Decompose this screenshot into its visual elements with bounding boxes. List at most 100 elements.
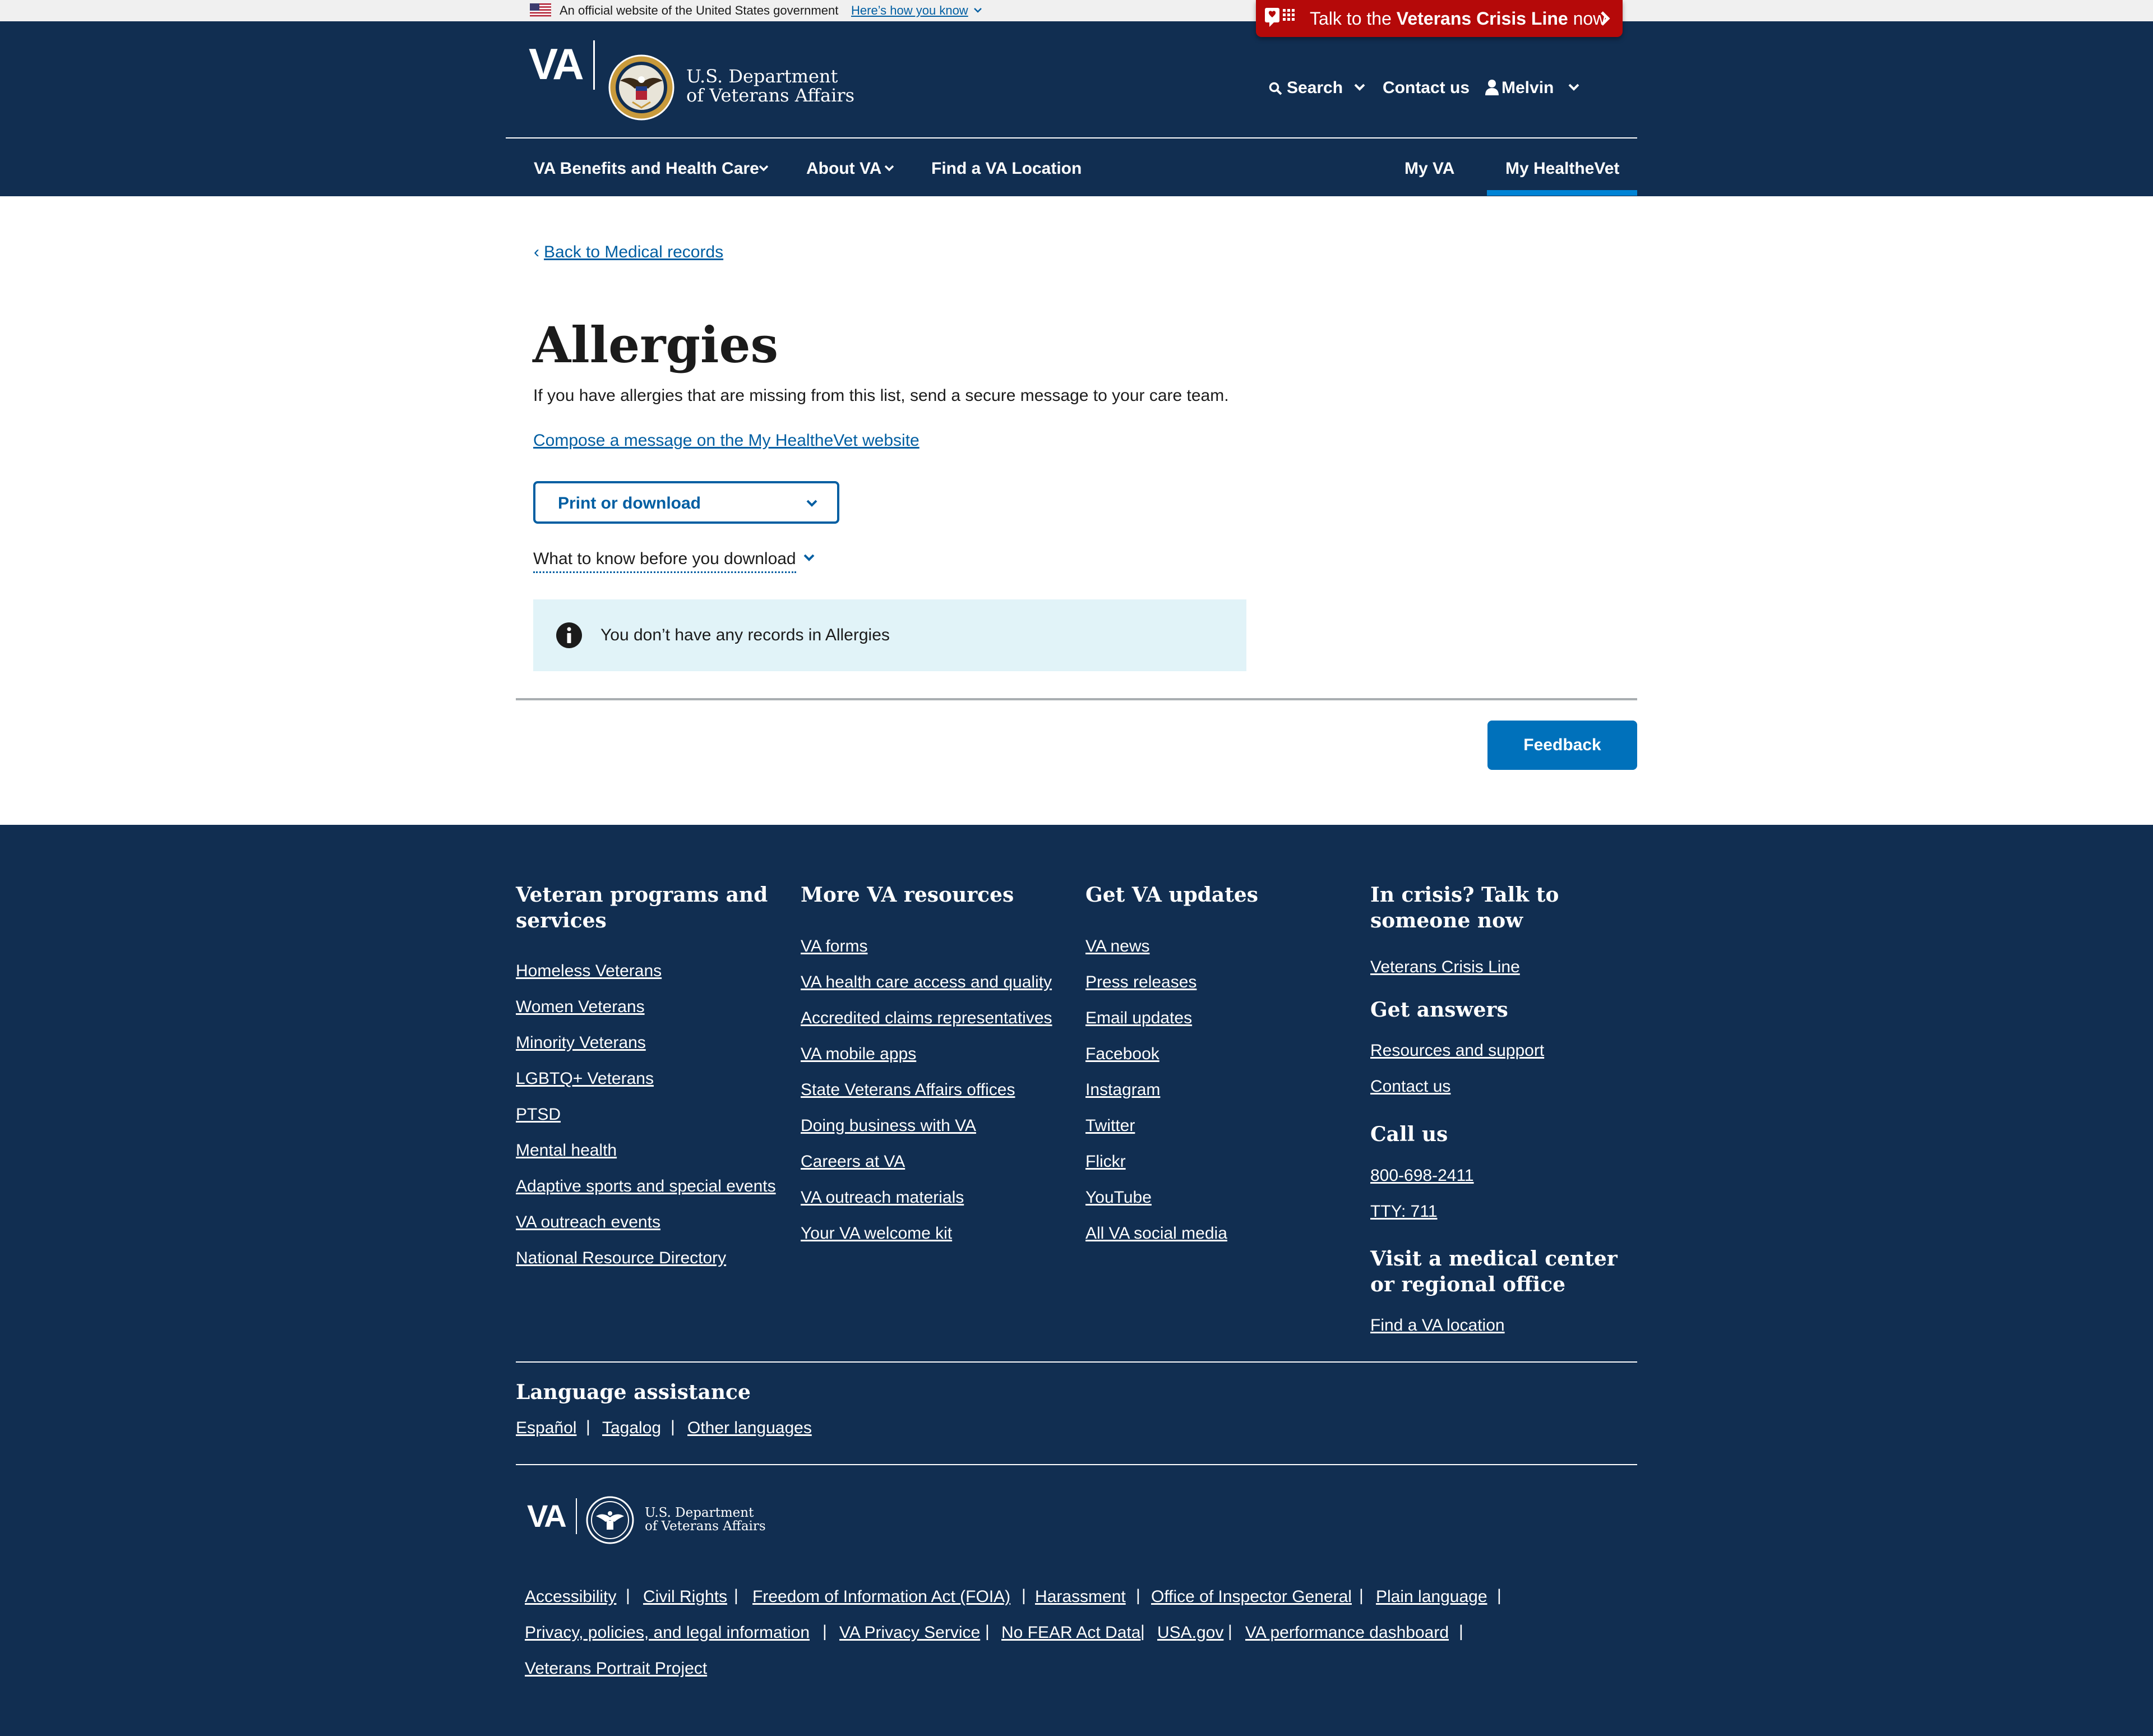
- chevron-down-icon[interactable]: [1568, 83, 1580, 92]
- footer-bottom-link[interactable]: Harassment: [1035, 1586, 1126, 1608]
- footer-link[interactable]: Email updates: [1085, 1007, 1192, 1029]
- compose-message-link[interactable]: Compose a message on the My HealtheVet w…: [533, 430, 920, 452]
- footer-link[interactable]: VA mobile apps: [801, 1043, 916, 1065]
- nav-active-indicator: [1487, 190, 1637, 196]
- user-menu-button[interactable]: Melvin: [1501, 77, 1554, 99]
- department-line-1: U.S. Department: [686, 66, 838, 87]
- footer-link[interactable]: Mental health: [516, 1139, 617, 1162]
- footer-link-find-a-va-location[interactable]: Find a VA location: [1370, 1314, 1505, 1337]
- separator: |: [1359, 1586, 1364, 1605]
- language-link-other[interactable]: Other languages: [687, 1417, 812, 1439]
- header-divider: [506, 137, 1637, 138]
- what-to-know-toggle[interactable]: What to know before you download: [533, 548, 796, 573]
- crisis-line-label: Talk to the Veterans Crisis Line now: [1310, 8, 1606, 29]
- footer-bottom-link[interactable]: Privacy, policies, and legal information: [525, 1622, 810, 1644]
- footer-link[interactable]: Adaptive sports and special events: [516, 1175, 776, 1198]
- nav-find-a-va-location[interactable]: Find a VA Location: [931, 158, 1082, 180]
- separator: |: [586, 1418, 590, 1436]
- separator: |: [1022, 1586, 1026, 1605]
- language-link-tagalog[interactable]: Tagalog: [602, 1417, 661, 1439]
- footer-link[interactable]: Flickr: [1085, 1151, 1126, 1173]
- intro-text: If you have allergies that are missing f…: [533, 386, 1229, 405]
- footer-link[interactable]: Instagram: [1085, 1079, 1160, 1101]
- chevron-down-icon[interactable]: [884, 164, 895, 172]
- chevron-down-icon[interactable]: [758, 164, 769, 172]
- veterans-crisis-line-button[interactable]: Talk to the Veterans Crisis Line now: [1256, 0, 1623, 37]
- footer-link[interactable]: PTSD: [516, 1104, 561, 1126]
- footer-bottom-link[interactable]: VA Privacy Service: [839, 1622, 980, 1644]
- content-divider: [516, 698, 1637, 700]
- footer-link[interactable]: Accredited claims representatives: [801, 1007, 1052, 1029]
- footer-bottom-link[interactable]: Plain language: [1376, 1586, 1487, 1608]
- footer-bottom-link[interactable]: Freedom of Information Act (FOIA): [752, 1586, 1010, 1608]
- user-icon[interactable]: [1485, 79, 1499, 96]
- footer-link[interactable]: Minority Veterans: [516, 1032, 646, 1054]
- footer-heading-more-resources: More VA resources: [801, 883, 1014, 907]
- footer-link[interactable]: Facebook: [1085, 1043, 1159, 1065]
- nav-my-healthevet[interactable]: My HealtheVet: [1505, 158, 1619, 180]
- nav-about-va[interactable]: About VA: [806, 158, 881, 180]
- footer-department-name: U.S. Department of Veterans Affairs: [645, 1506, 766, 1533]
- footer-divider: [516, 1464, 1637, 1465]
- footer-link[interactable]: Homeless Veterans: [516, 960, 662, 982]
- footer-link[interactable]: VA news: [1085, 935, 1150, 958]
- footer-bottom-link[interactable]: Veterans Portrait Project: [525, 1657, 707, 1680]
- footer-link[interactable]: Contact us: [1370, 1075, 1450, 1098]
- footer-logo-divider: [576, 1498, 577, 1534]
- footer-bottom-link[interactable]: Civil Rights: [643, 1586, 727, 1608]
- footer-link[interactable]: Press releases: [1085, 971, 1196, 994]
- us-flag-icon: [530, 3, 551, 17]
- footer-bottom-link[interactable]: USA.gov: [1157, 1622, 1223, 1644]
- footer-bottom-link[interactable]: No FEAR Act Data: [1001, 1622, 1140, 1644]
- footer-link[interactable]: Doing business with VA: [801, 1115, 976, 1137]
- separator: |: [1497, 1586, 1501, 1605]
- page-title: Allergies: [533, 316, 778, 374]
- footer-link[interactable]: All VA social media: [1085, 1222, 1227, 1245]
- back-to-medical-records-link[interactable]: ‹ Back to Medical records: [534, 241, 723, 264]
- chevron-down-icon[interactable]: [972, 4, 983, 16]
- footer-link[interactable]: VA outreach events: [516, 1211, 660, 1234]
- footer-link[interactable]: Twitter: [1085, 1115, 1135, 1137]
- footer-link[interactable]: YouTube: [1085, 1186, 1152, 1209]
- contact-us-link[interactable]: Contact us: [1383, 77, 1470, 99]
- feedback-button[interactable]: Feedback: [1487, 721, 1637, 770]
- nav-benefits-and-health-care[interactable]: VA Benefits and Health Care: [534, 158, 759, 180]
- separator: |: [1228, 1622, 1232, 1641]
- print-or-download-button[interactable]: Print or download: [533, 481, 839, 524]
- footer-link[interactable]: Careers at VA: [801, 1151, 905, 1173]
- footer-link[interactable]: LGBTQ+ Veterans: [516, 1068, 654, 1090]
- va-logo[interactable]: VA: [529, 41, 584, 86]
- chevron-down-icon[interactable]: [803, 553, 815, 562]
- footer-bottom-link[interactable]: VA performance dashboard: [1245, 1622, 1449, 1644]
- nav-my-va[interactable]: My VA: [1404, 158, 1454, 180]
- footer-link-tty[interactable]: TTY: 711: [1370, 1201, 1438, 1223]
- print-or-download-label: Print or download: [558, 494, 701, 513]
- footer-link[interactable]: Resources and support: [1370, 1040, 1544, 1062]
- chevron-down-icon[interactable]: [1353, 83, 1366, 92]
- footer-link-veterans-crisis-line[interactable]: Veterans Crisis Line: [1370, 956, 1520, 978]
- search-icon[interactable]: [1268, 81, 1283, 96]
- footer-link-phone[interactable]: 800-698-2411: [1370, 1165, 1474, 1187]
- footer-link[interactable]: VA forms: [801, 935, 867, 958]
- footer-link[interactable]: Your VA welcome kit: [801, 1222, 952, 1245]
- search-button[interactable]: Search: [1287, 77, 1343, 99]
- footer-link[interactable]: VA health care access and quality: [801, 971, 1052, 994]
- heres-how-you-know-link[interactable]: Here’s how you know: [851, 2, 968, 19]
- footer-heading-get-updates: Get VA updates: [1085, 883, 1259, 907]
- footer-heading-veteran-programs: Veteran programs and services: [516, 883, 768, 932]
- crisis-line-icon: [1265, 8, 1295, 27]
- va-seal-icon: [608, 54, 674, 121]
- footer-link[interactable]: State Veterans Affairs offices: [801, 1079, 1015, 1101]
- department-line-2: of Veterans Affairs: [686, 85, 855, 106]
- separator: |: [626, 1586, 630, 1605]
- footer-link[interactable]: VA outreach materials: [801, 1186, 964, 1209]
- footer-va-logo[interactable]: VA: [527, 1499, 567, 1533]
- footer-bottom-link[interactable]: Accessibility: [525, 1586, 616, 1608]
- language-link-espanol[interactable]: Español: [516, 1417, 576, 1439]
- separator: |: [1459, 1622, 1463, 1641]
- logo-divider: [593, 40, 595, 90]
- footer-link[interactable]: Women Veterans: [516, 996, 645, 1018]
- separator: |: [1140, 1622, 1145, 1641]
- footer-link[interactable]: National Resource Directory: [516, 1247, 726, 1269]
- footer-bottom-link[interactable]: Office of Inspector General: [1151, 1586, 1352, 1608]
